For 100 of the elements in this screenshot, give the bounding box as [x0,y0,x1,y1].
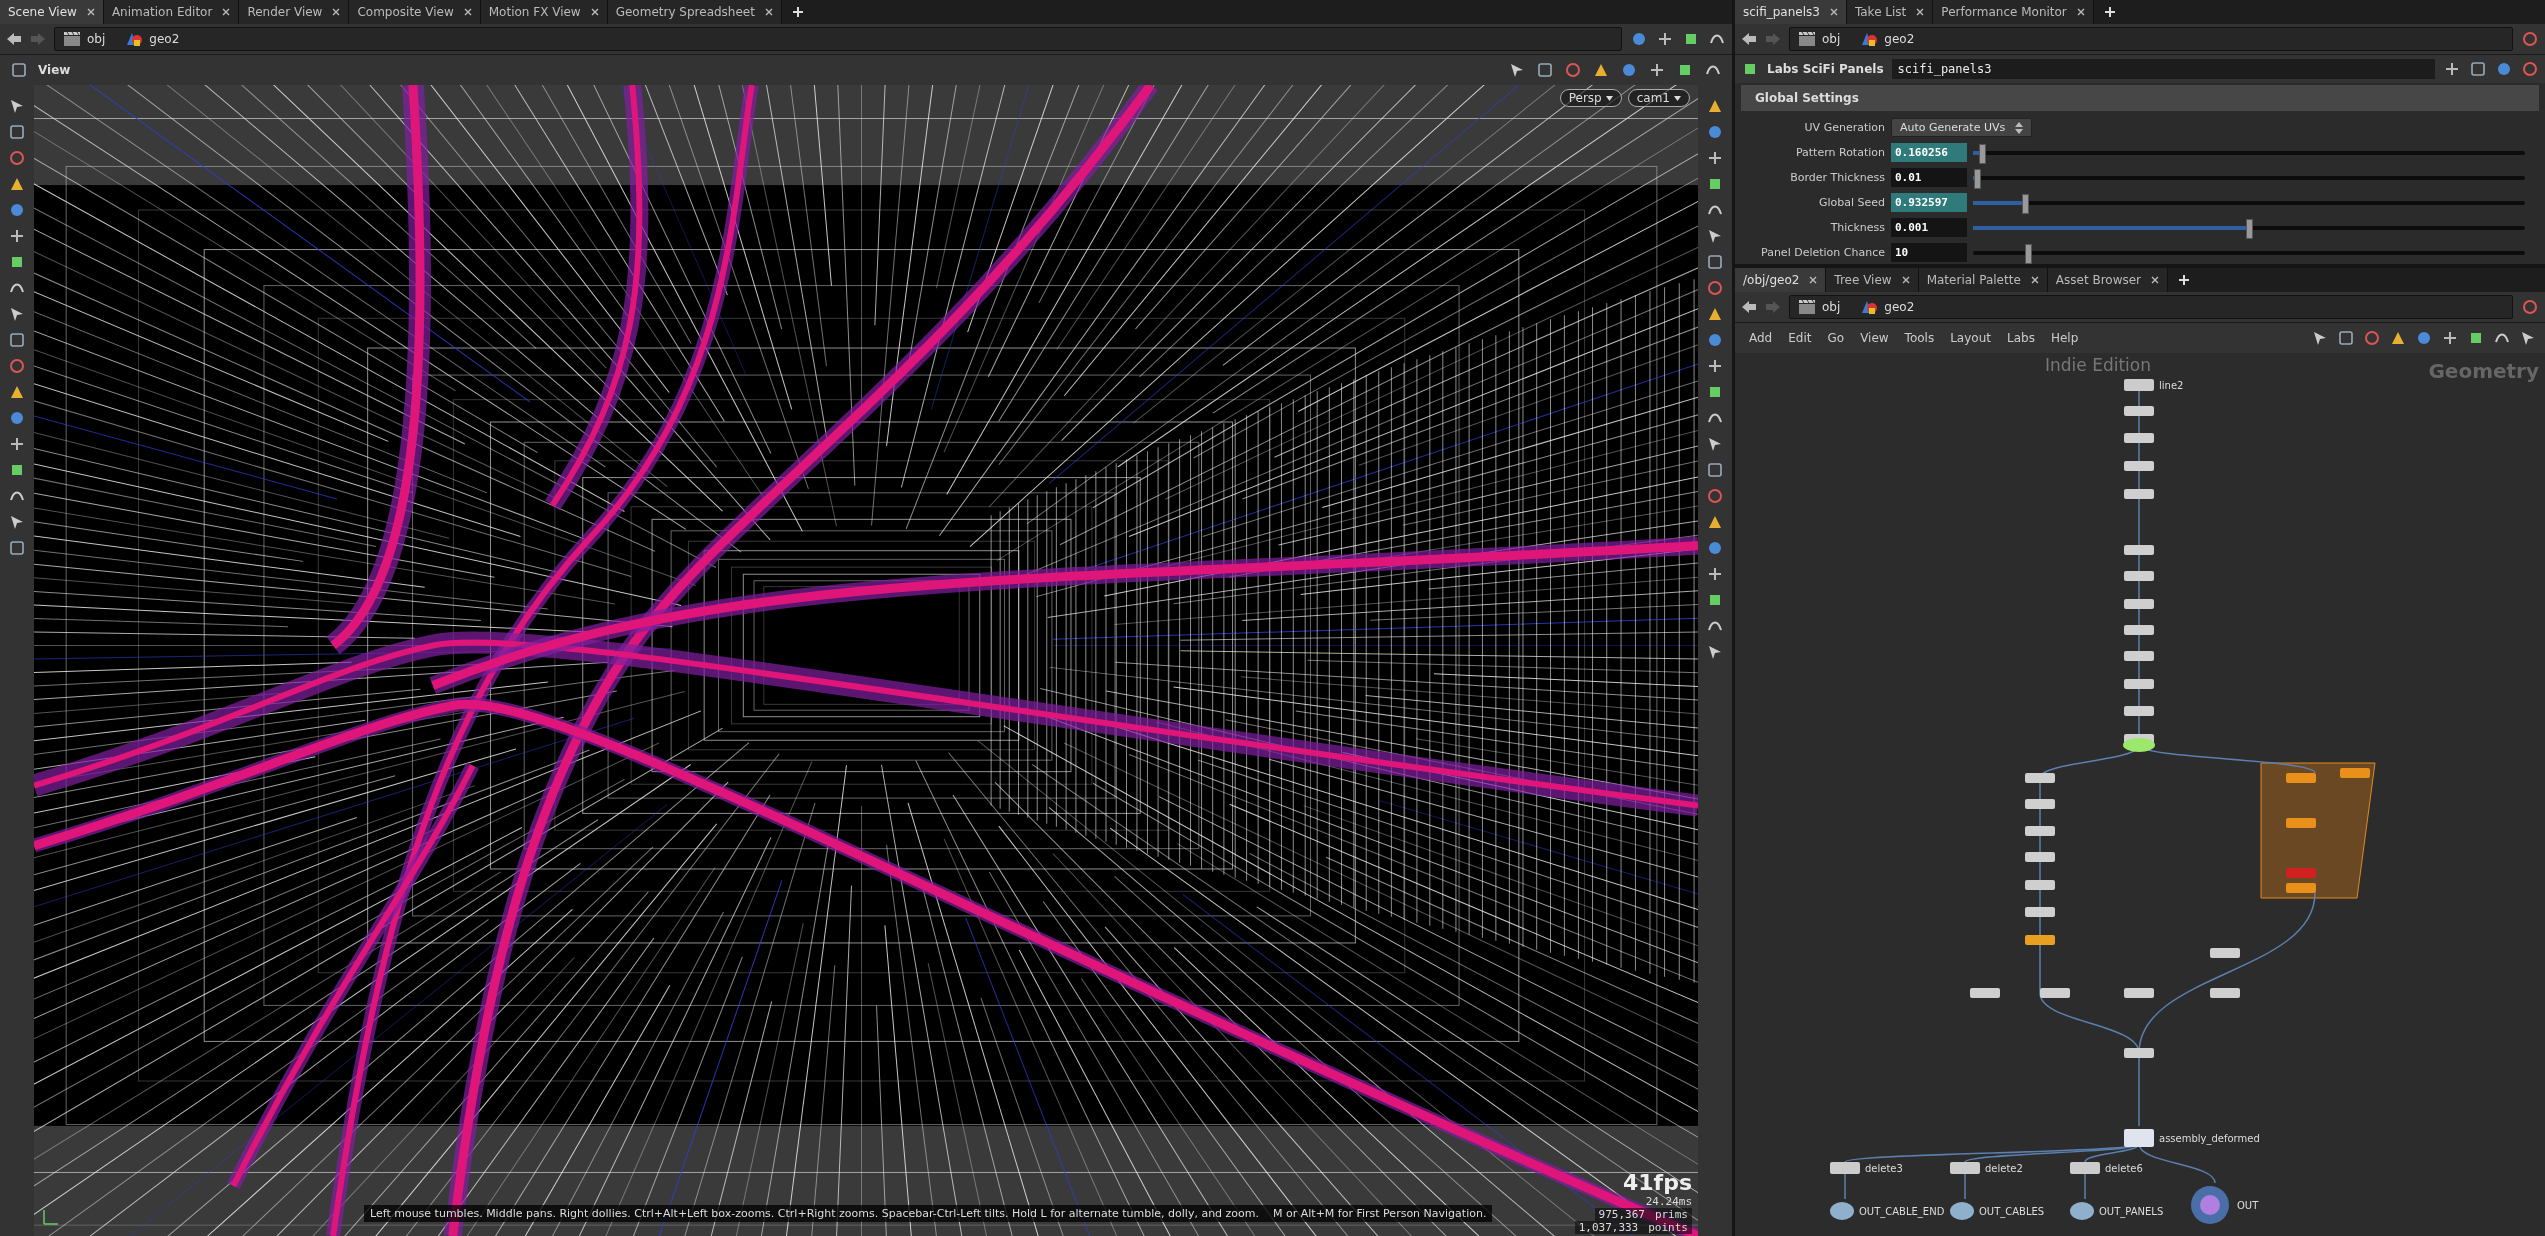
add-tab-icon[interactable] [791,6,804,18]
pane-tab[interactable]: Material Palette [1918,268,2048,292]
toolbar-icon[interactable] [1648,61,1666,79]
toolbar-icon[interactable] [1706,149,1724,167]
slider-handle[interactable] [2246,218,2253,239]
toolbar-icon[interactable] [2337,329,2355,347]
menu-item[interactable]: View [1854,329,1895,347]
node-tile[interactable] [1830,1202,1854,1220]
menu-item[interactable]: Add [1743,329,1779,347]
close-icon[interactable] [222,8,231,16]
toolbar-icon[interactable] [8,435,26,453]
value-field[interactable]: 0.01 [1891,168,1967,187]
close-icon[interactable] [332,8,341,16]
node-tile[interactable] [1830,1162,1860,1174]
camera-menu[interactable]: Persp [1559,89,1622,107]
toolbar-icon[interactable] [8,201,26,219]
path-crumb[interactable]: obj [55,31,114,47]
toolbar-icon[interactable] [1706,279,1724,297]
menu-item[interactable]: Edit [1782,329,1818,347]
pane-tab[interactable]: Render View [239,0,350,24]
folder-header[interactable]: Global Settings [1741,85,2539,111]
slider-handle[interactable] [1974,168,1982,189]
pane-tab[interactable]: Composite View [349,0,481,24]
node-tile[interactable] [2070,1202,2094,1220]
slider-handle[interactable] [1978,143,1986,164]
close-icon[interactable] [1916,8,1925,16]
path-crumb[interactable]: obj [1790,31,1849,47]
toolbar-icon[interactable] [2521,30,2539,48]
toolbar-icon[interactable] [2363,329,2381,347]
toolbar-icon[interactable] [1536,61,1554,79]
toolbar-icon[interactable] [2443,60,2461,78]
toolbar-icon[interactable] [1630,30,1648,48]
add-tab-icon[interactable] [2178,274,2191,286]
camera-menu[interactable]: cam1 [1627,89,1690,107]
value-field[interactable]: 10 [1891,243,1967,262]
path-crumb[interactable]: geo2 [1852,299,1923,315]
pane-tab[interactable]: Performance Monitor [1933,0,2094,24]
path-crumb[interactable]: geo2 [117,31,188,47]
toolbar-icon[interactable] [1706,461,1724,479]
node-tiles[interactable] [1970,406,2370,1058]
pane-tab[interactable]: Scene View [0,0,104,24]
close-icon[interactable] [2030,276,2039,284]
toolbar-icon[interactable] [8,123,26,141]
pane-tab[interactable]: Asset Browser [2047,268,2169,292]
toolbar-icon[interactable] [8,227,26,245]
toolbar-icon[interactable] [1706,539,1724,557]
slider-handle[interactable] [2025,243,2033,264]
close-icon[interactable] [463,8,472,16]
node-tile[interactable] [2124,1129,2154,1147]
toolbar-icon[interactable] [2469,60,2487,78]
toolbar-icon[interactable] [1564,61,1582,79]
node-name-field[interactable]: scifi_panels3 [1891,59,2435,79]
menu-item[interactable]: Help [2044,329,2085,347]
add-tab-icon[interactable] [2103,6,2116,18]
toolbar-icon[interactable] [2521,60,2539,78]
pane-tab[interactable]: scifi_panels3 [1735,0,1847,24]
toolbar-icon[interactable] [2495,60,2513,78]
pane-tab[interactable]: Take List [1846,0,1934,24]
value-field[interactable]: 0.932597 [1891,193,1967,212]
toolbar-icon[interactable] [1706,123,1724,141]
toolbar-icon[interactable] [1706,487,1724,505]
toolbar-icon[interactable] [8,539,26,557]
close-icon[interactable] [764,8,773,16]
pane-tab[interactable]: Geometry Spreadsheet [607,0,782,24]
value-field[interactable]: 0.001 [1891,218,1967,237]
menu-item[interactable]: Go [1821,329,1851,347]
slider-handle[interactable] [2021,193,2029,214]
toolbar-icon[interactable] [8,357,26,375]
toolbar-icon[interactable] [8,331,26,349]
pane-tab[interactable]: Motion FX View [480,0,608,24]
toolbar-icon[interactable] [2521,298,2539,316]
toolbar-icon[interactable] [1706,253,1724,271]
toolbar-icon[interactable] [1706,357,1724,375]
close-icon[interactable] [1829,8,1838,16]
close-icon[interactable] [590,8,599,16]
back-arrow-icon[interactable] [1741,300,1757,314]
node-tile[interactable] [2124,379,2154,391]
value-field[interactable]: 0.160256 [1891,143,1967,162]
pane-tab[interactable]: Tree View [1826,268,1919,292]
menu-item[interactable]: Tools [1898,329,1941,347]
node-tile[interactable] [2070,1162,2100,1174]
node-tile[interactable] [1950,1202,1974,1220]
path-crumb[interactable]: geo2 [1852,31,1923,47]
close-icon[interactable] [86,8,95,16]
toolbar-icon[interactable] [2441,329,2459,347]
toolbar-icon[interactable] [1656,30,1674,48]
dropdown-menu[interactable]: Auto Generate UVs [1891,118,2033,137]
close-icon[interactable] [1809,276,1818,284]
close-icon[interactable] [2151,276,2160,284]
menu-item[interactable]: Layout [1944,329,1997,347]
pane-tab[interactable]: /obj/geo2 [1735,268,1827,292]
back-arrow-icon[interactable] [6,32,22,46]
node-tile[interactable] [1950,1162,1980,1174]
menu-item[interactable]: Labs [2000,329,2041,347]
close-icon[interactable] [2076,8,2085,16]
close-icon[interactable] [1901,276,1910,284]
toolbar-icon[interactable] [8,409,26,427]
back-arrow-icon[interactable] [1741,32,1757,46]
toolbar-icon[interactable] [1620,61,1638,79]
toolbar-icon[interactable] [8,149,26,167]
